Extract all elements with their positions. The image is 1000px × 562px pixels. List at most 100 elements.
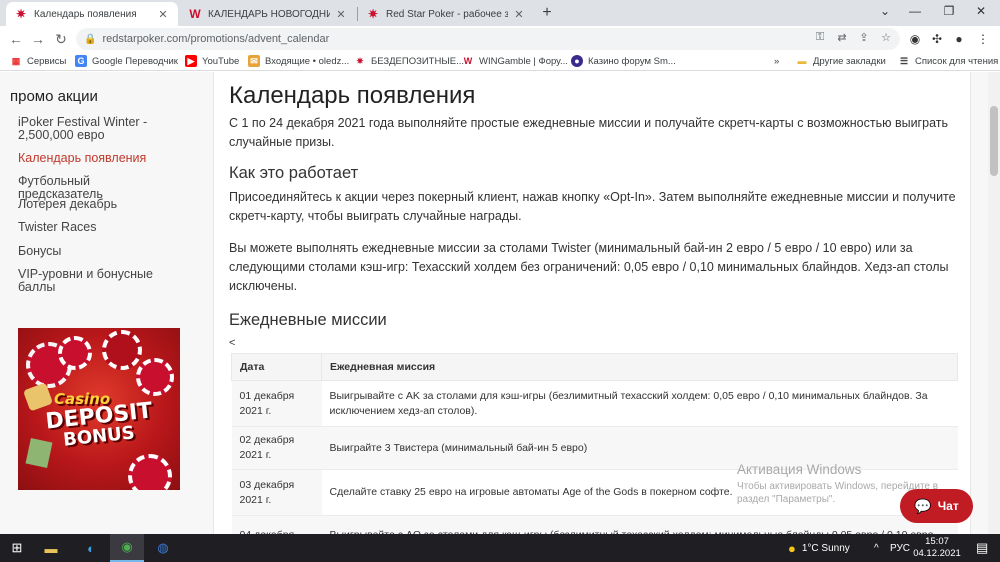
windows-start-icon[interactable]: ⊞ bbox=[0, 534, 34, 562]
app-icon[interactable]: ◍ bbox=[146, 534, 180, 562]
wingamble-icon: W bbox=[463, 56, 473, 66]
bookmark-wingamble[interactable]: W WINGamble | Фору... bbox=[462, 53, 568, 69]
cell-mission: Выигрывайте с AK за столами для кэш-игры… bbox=[321, 380, 958, 427]
reading-list[interactable]: ☰ Список для чтения bbox=[898, 53, 998, 69]
daily-missions-heading: Ежедневные миссии bbox=[229, 311, 387, 329]
bookmark-star-icon[interactable]: ☆ bbox=[878, 31, 894, 44]
bookmarks-bar: ▦ Сервисы G Google Переводчик ▶ YouTube ✉ Вх… bbox=[0, 51, 1000, 71]
table-scroll-left[interactable]: < bbox=[229, 337, 235, 349]
poker-chip-icon bbox=[58, 336, 92, 370]
browser-toolbar: ← → ↻ 🔒 redstarpoker.com/promotions/adve… bbox=[0, 26, 1000, 51]
folder-icon: ▬ bbox=[797, 56, 807, 66]
back-arrow-icon[interactable]: ← bbox=[6, 29, 26, 49]
bookmarks-overflow[interactable]: » bbox=[774, 53, 779, 69]
sidebar-item-vip-levels[interactable]: VIP-уровни и бонусные баллы bbox=[18, 268, 168, 294]
bookmark-other[interactable]: ▬ Другие закладки bbox=[796, 53, 886, 69]
cell-date: 02 декабря 2021 г. bbox=[231, 426, 322, 470]
puzzle-icon[interactable]: ✣ bbox=[928, 30, 946, 48]
youtube-icon: ▶ bbox=[185, 55, 197, 67]
translate-icon[interactable]: ⇄ bbox=[834, 31, 850, 44]
how-paragraph-2: Вы можете выполнять ежедневные миссии за… bbox=[229, 241, 949, 293]
close-tab-icon[interactable]: ✕ bbox=[512, 8, 526, 21]
page-scrollbar[interactable] bbox=[988, 72, 1000, 534]
sun-icon: ● bbox=[788, 540, 796, 556]
main-content: Календарь появления С 1 по 24 декабря 20… bbox=[213, 72, 971, 534]
how-it-works-heading: Как это работает bbox=[229, 164, 359, 182]
weather-widget[interactable]: ● 1°C Sunny bbox=[788, 534, 850, 562]
promo-sidebar: промо акции iPoker Festival Winter - 2,5… bbox=[0, 72, 200, 534]
share-icon[interactable]: ⇪ bbox=[856, 31, 872, 44]
file-explorer-icon[interactable]: ▬ bbox=[34, 534, 68, 562]
system-clock[interactable]: 15:07 04.12.2021 bbox=[905, 536, 969, 560]
bookmark-youtube[interactable]: ▶ YouTube bbox=[185, 53, 239, 69]
forward-arrow-icon[interactable]: → bbox=[28, 29, 48, 49]
intro-paragraph: С 1 по 24 декабря 2021 года выполняйте п… bbox=[229, 116, 948, 149]
bookmark-services[interactable]: ▦ Сервисы bbox=[10, 53, 67, 69]
apps-grid-icon: ▦ bbox=[11, 55, 21, 66]
sidebar-item-twister-races[interactable]: Twister Races bbox=[18, 221, 168, 234]
wingamble-favicon-icon: W bbox=[189, 7, 201, 21]
sidebar-title: промо акции bbox=[10, 88, 98, 105]
scrollbar-thumb[interactable] bbox=[990, 106, 998, 176]
table-row: 03 декабря 2021 г. Сделайте ставку 25 ев… bbox=[231, 469, 958, 516]
web-page: промо акции iPoker Festival Winter - 2,5… bbox=[0, 72, 988, 534]
page-title: Календарь появления bbox=[229, 82, 476, 109]
chat-button[interactable]: 💬 Чат bbox=[900, 489, 973, 523]
tab-new-year-promos[interactable]: W КАЛЕНДАРЬ НОВОГОДНИХ АКЦ ✕ bbox=[180, 2, 356, 26]
close-tab-icon[interactable]: ✕ bbox=[156, 8, 170, 21]
address-bar[interactable]: 🔒 redstarpoker.com/promotions/advent_cal… bbox=[76, 28, 900, 50]
chrome-browser-icon[interactable]: ◉ bbox=[110, 534, 144, 562]
new-tab-plus-icon[interactable]: + bbox=[538, 4, 556, 22]
key-icon[interactable]: ⚿ bbox=[812, 31, 828, 44]
chat-bubble-icon: 💬 bbox=[914, 497, 932, 514]
missions-table: Дата Ежедневная миссия 01 декабря 2021 г… bbox=[231, 353, 958, 534]
translate-icon: G bbox=[75, 55, 87, 67]
sidebar-item-ipoker-festival[interactable]: iPoker Festival Winter - 2,500,000 евро bbox=[18, 116, 168, 142]
omnibox-actions: ⚿ ⇄ ⇪ ☆ bbox=[812, 31, 894, 44]
bookmark-google-translate[interactable]: G Google Переводчик bbox=[75, 53, 178, 69]
close-tab-icon[interactable]: ✕ bbox=[334, 8, 348, 21]
bookmark-inbox[interactable]: ✉ Входящие • oledz... bbox=[248, 53, 349, 69]
close-window-icon[interactable]: ✕ bbox=[962, 0, 1000, 24]
profile-avatar-icon[interactable]: ● bbox=[950, 30, 968, 48]
table-row: 04 декабря Выигрывайте с AQ за столами д… bbox=[231, 515, 958, 534]
mail-icon: ✉ bbox=[248, 55, 260, 67]
edge-browser-icon[interactable]: ◐ bbox=[74, 534, 108, 562]
poker-chip-icon bbox=[102, 330, 142, 370]
sidebar-item-lottery[interactable]: Лотерея декабрь bbox=[18, 198, 168, 211]
windows-taskbar: ⊞ ▬ ◐ ◉ ◍ ● 1°C Sunny ^ РУС 15:07 04.12.… bbox=[0, 534, 1000, 562]
minimize-icon[interactable]: — bbox=[896, 0, 934, 24]
bookmark-casino-forum[interactable]: ● Казино форум Sm... bbox=[571, 53, 676, 69]
sidebar-item-advent-calendar[interactable]: Календарь появления bbox=[18, 152, 168, 165]
how-paragraph-1: Присоединяйтесь к акции через покерный к… bbox=[229, 190, 956, 223]
redstar-favicon-icon: ✷ bbox=[15, 7, 27, 21]
tab-red-star-mirror[interactable]: ✷ Red Star Poker - рабочее зерка ✕ bbox=[358, 2, 534, 26]
forum-icon: ● bbox=[571, 55, 583, 67]
table-row: 02 декабря 2021 г. Выиграйте 3 Твистера … bbox=[231, 426, 958, 470]
table-row: 01 декабря 2021 г. Выигрывайте с AK за с… bbox=[231, 380, 958, 427]
column-header-mission: Ежедневная миссия bbox=[321, 353, 958, 381]
tab-strip: ✷ Календарь появления ✕ W КАЛЕНДАРЬ НОВО… bbox=[0, 0, 1000, 26]
tray-chevron-icon[interactable]: ^ bbox=[874, 534, 879, 562]
cell-date: 01 декабря 2021 г. bbox=[231, 380, 322, 427]
casino-deposit-bonus-banner[interactable]: Casino DEPOSIT BONUS bbox=[18, 328, 180, 490]
reading-list-icon: ☰ bbox=[899, 55, 909, 66]
cell-mission: Выиграйте 3 Твистера (минимальный бай-ин… bbox=[321, 426, 958, 470]
sidebar-item-bonuses[interactable]: Бонусы bbox=[18, 245, 168, 258]
cell-date: 03 декабря 2021 г. bbox=[231, 469, 322, 516]
extension-icon[interactable]: ◉ bbox=[906, 30, 924, 48]
reload-icon[interactable]: ↻ bbox=[51, 29, 71, 49]
lock-icon: 🔒 bbox=[84, 33, 97, 45]
browser-window: ✷ Календарь появления ✕ W КАЛЕНДАРЬ НОВО… bbox=[0, 0, 1000, 562]
poker-chip-icon bbox=[128, 454, 172, 490]
redstar-favicon-icon: ✷ bbox=[367, 7, 379, 21]
cell-mission: Выигрывайте с AQ за столами для кэш-игры… bbox=[321, 515, 958, 534]
redstar-icon: ✷ bbox=[356, 55, 364, 66]
notifications-icon[interactable]: ▤ bbox=[976, 534, 988, 562]
column-header-date: Дата bbox=[231, 353, 322, 381]
table-header-row: Дата Ежедневная миссия bbox=[231, 353, 958, 381]
cell-mission: Сделайте ставку 25 евро на игровые автом… bbox=[321, 469, 958, 516]
bookmark-no-deposit[interactable]: ✷ БЕЗДЕПОЗИТНЫЕ... bbox=[354, 53, 464, 69]
tab-advent-calendar[interactable]: ✷ Календарь появления ✕ bbox=[6, 2, 178, 26]
menu-kebab-icon[interactable]: ⋮ bbox=[974, 30, 992, 48]
